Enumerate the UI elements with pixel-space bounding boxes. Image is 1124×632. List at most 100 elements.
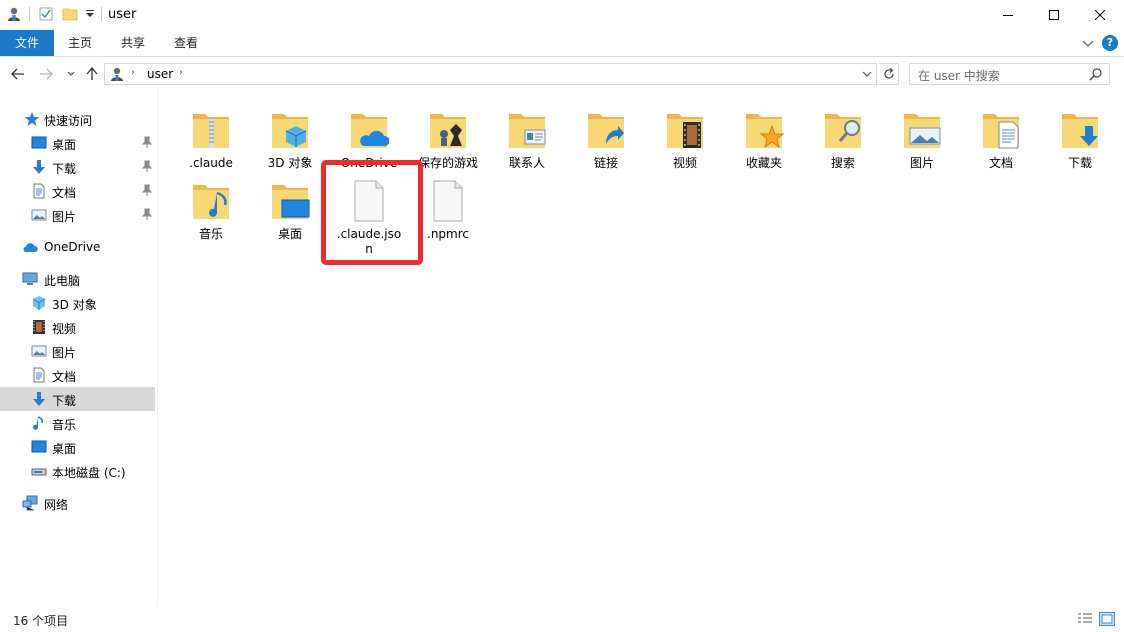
item-name: 收藏夹	[745, 156, 782, 170]
close-icon	[1095, 10, 1105, 20]
arrow-right-icon	[40, 68, 53, 80]
sidebar-item-documents[interactable]: 文档	[0, 179, 155, 203]
sidebar-item-desktop[interactable]: 桌面	[0, 131, 155, 155]
item-name: 联系人	[508, 156, 545, 170]
folder-item[interactable]: 链接	[568, 98, 644, 170]
chevron-down-icon[interactable]	[1080, 35, 1096, 51]
desktop-folder-icon	[272, 185, 310, 219]
desktop-icon	[31, 136, 47, 149]
search-icon	[1089, 68, 1102, 81]
music-icon	[33, 416, 43, 430]
maximize-button[interactable]	[1031, 0, 1077, 30]
chevron-down-icon	[67, 71, 75, 76]
searches-folder-icon	[825, 114, 861, 148]
sidebar-item-quick-access[interactable]: 快速访问	[0, 107, 155, 131]
recent-locations-button[interactable]	[63, 66, 79, 82]
details-view-icon[interactable]	[1077, 612, 1093, 626]
file-icon	[433, 180, 463, 222]
sidebar-item-music[interactable]: 音乐	[0, 411, 155, 435]
music-folder-icon	[193, 185, 229, 219]
pin-icon[interactable]	[142, 208, 152, 220]
properties-icon[interactable]	[38, 6, 54, 22]
folder-item[interactable]: 音乐	[173, 169, 249, 241]
item-name: 音乐	[198, 227, 223, 241]
pin-icon[interactable]	[142, 160, 152, 172]
download-icon	[33, 160, 45, 174]
minimize-button[interactable]	[985, 0, 1031, 30]
saved-games-folder-icon	[430, 114, 466, 148]
folder-item[interactable]: 图片	[884, 98, 960, 170]
pictures-folder-icon	[904, 114, 941, 148]
download-icon	[33, 392, 45, 406]
help-button[interactable]: ?	[1102, 35, 1118, 51]
network-icon	[22, 495, 38, 511]
sidebar-item-3d-objects[interactable]: 3D 对象	[0, 291, 155, 315]
folder-item[interactable]: 视频	[647, 98, 723, 170]
chevron-down-icon[interactable]	[860, 67, 874, 81]
picture-icon	[31, 345, 47, 357]
up-button[interactable]	[84, 66, 100, 82]
highlight-box	[321, 160, 423, 265]
maximize-icon	[1049, 10, 1059, 20]
new-folder-icon[interactable]	[62, 6, 78, 22]
folder-item[interactable]: OneDrive	[331, 98, 407, 170]
star-icon	[25, 112, 39, 126]
navigation-pane: 快速访问 桌面 下载 文档 图片 OneDrive 此电脑 3D 对象 视频 图…	[0, 100, 157, 605]
sidebar-item-downloads-pc[interactable]: 下载	[0, 387, 155, 411]
status-bar: 16 个项目	[0, 606, 1124, 632]
document-icon	[33, 367, 45, 383]
chevron-right-icon[interactable]: ›	[179, 67, 183, 78]
breadcrumb-user[interactable]: user	[147, 67, 173, 81]
sidebar-item-pictures[interactable]: 图片	[0, 203, 155, 227]
customize-toolbar-dropdown[interactable]	[82, 6, 98, 22]
address-bar[interactable]: › user ›	[104, 63, 877, 85]
user-icon[interactable]	[6, 6, 22, 22]
navigation-bar: › user › 在 user 中搜索	[0, 58, 1124, 90]
sidebar-item-pictures-pc[interactable]: 图片	[0, 339, 155, 363]
chevron-right-icon[interactable]: ›	[131, 67, 135, 78]
zip-folder-icon	[193, 114, 229, 148]
folder-item[interactable]: .claude	[173, 98, 249, 170]
ribbon-tabs: 文件 主页 共享 查看 ?	[0, 30, 1124, 57]
tab-file[interactable]: 文件	[0, 30, 54, 56]
item-name: 视频	[672, 156, 697, 170]
drive-icon	[31, 468, 47, 476]
folder-item[interactable]: 3D 对象	[252, 98, 328, 170]
sidebar-item-desktop-pc[interactable]: 桌面	[0, 435, 155, 459]
links-folder-icon	[588, 114, 624, 148]
search-placeholder: 在 user 中搜索	[918, 69, 1000, 83]
forward-button[interactable]	[38, 66, 54, 82]
user-icon	[111, 67, 123, 81]
folder-item[interactable]: 联系人	[489, 98, 565, 170]
back-button[interactable]	[10, 66, 26, 82]
folder-item[interactable]: 文档	[963, 98, 1039, 170]
sidebar-item-documents-pc[interactable]: 文档	[0, 363, 155, 387]
sidebar-item-videos[interactable]: 视频	[0, 315, 155, 339]
videos-folder-icon	[667, 114, 703, 148]
item-name: 链接	[593, 156, 618, 170]
sidebar-item-this-pc[interactable]: 此电脑	[0, 267, 155, 291]
tab-home[interactable]: 主页	[56, 30, 104, 56]
title-bar: user	[0, 0, 1124, 30]
folder-item[interactable]: 收藏夹	[726, 98, 802, 170]
tab-share[interactable]: 共享	[109, 30, 157, 56]
sidebar-item-onedrive[interactable]: OneDrive	[0, 235, 155, 259]
video-icon	[33, 320, 45, 334]
folder-item[interactable]: 保存的游戏	[410, 98, 486, 170]
pin-icon[interactable]	[142, 184, 152, 196]
sidebar-item-network[interactable]: 网络	[0, 491, 155, 515]
sidebar-item-local-disk[interactable]: 本地磁盘 (C:)	[0, 459, 155, 483]
folder-item[interactable]: 桌面	[252, 169, 328, 241]
folder-item[interactable]: 搜索	[805, 98, 881, 170]
tab-view[interactable]: 查看	[162, 30, 210, 56]
file-list: .claude 3D 对象 OneDrive 保存的游戏 联系人 链接 视频 收…	[158, 90, 1124, 605]
desktop-icon	[31, 440, 47, 453]
sidebar-item-downloads[interactable]: 下载	[0, 155, 155, 179]
folder-item[interactable]: 下载	[1042, 98, 1118, 170]
picture-icon	[31, 209, 47, 221]
pin-icon[interactable]	[142, 136, 152, 148]
close-button[interactable]	[1077, 0, 1123, 30]
search-input[interactable]: 在 user 中搜索	[909, 63, 1110, 85]
refresh-button[interactable]	[879, 63, 899, 85]
large-icons-view-icon[interactable]	[1099, 612, 1115, 626]
